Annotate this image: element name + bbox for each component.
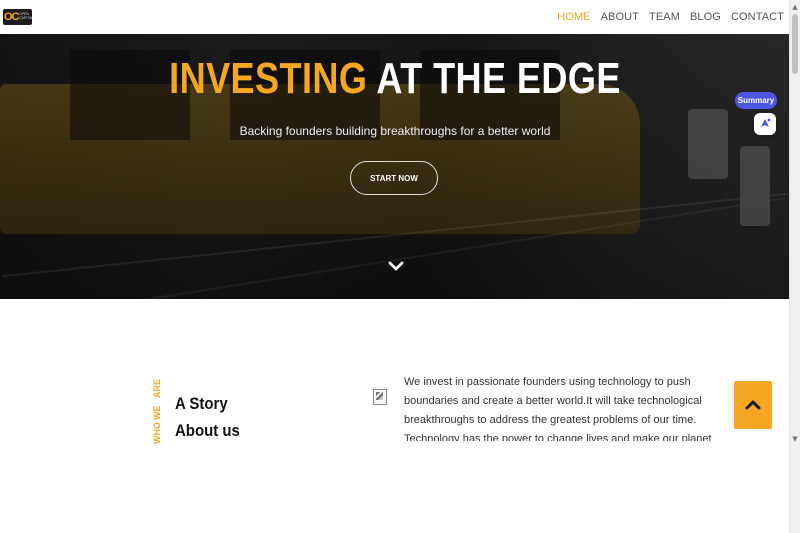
logo-text: OPEN CAPITAL bbox=[19, 12, 32, 20]
vertical-word: WHO bbox=[152, 422, 162, 444]
about-heading: A Story About us bbox=[175, 390, 281, 444]
hero-title: INVESTING AT THE EDGE bbox=[71, 54, 719, 104]
start-now-button[interactable]: START NOW bbox=[350, 161, 438, 195]
chevron-down-icon[interactable] bbox=[387, 257, 405, 275]
main-nav: HOME ABOUT TEAM BLOG CONTACT bbox=[557, 0, 784, 34]
about-heading-line1: A Story bbox=[175, 394, 228, 413]
nav-item-blog[interactable]: BLOG bbox=[690, 11, 721, 23]
nav-item-home[interactable]: HOME bbox=[557, 11, 590, 23]
scroll-down-arrow-icon[interactable]: ▼ bbox=[790, 434, 800, 444]
scrollbar-thumb[interactable] bbox=[792, 14, 798, 74]
page-scrollbar[interactable]: ▲ ▼ bbox=[789, 0, 800, 533]
top-navbar: OC OPEN CAPITAL HOME ABOUT TEAM BLOG CON… bbox=[0, 0, 790, 35]
hero-background-bollard bbox=[688, 109, 728, 179]
chevron-up-icon bbox=[745, 400, 761, 410]
who-we-are-vertical-label: WHO WE ARE bbox=[146, 378, 166, 448]
hero-title-accent: INVESTING bbox=[169, 54, 368, 103]
assistant-icon[interactable] bbox=[754, 113, 776, 135]
logo-mark: OC bbox=[4, 11, 19, 23]
vertical-word: WE bbox=[152, 405, 162, 421]
hero-background-bollard bbox=[740, 146, 770, 226]
about-heading-line2: About us bbox=[175, 421, 240, 440]
about-body-text: We invest in passionate founders using t… bbox=[404, 376, 712, 441]
nav-item-about[interactable]: ABOUT bbox=[601, 11, 639, 23]
hero-background-tram bbox=[0, 50, 640, 234]
nav-item-team[interactable]: TEAM bbox=[649, 11, 680, 23]
scroll-up-arrow-icon[interactable]: ▲ bbox=[790, 2, 800, 12]
hero-section: INVESTING AT THE EDGE Backing founders b… bbox=[0, 34, 790, 299]
site-logo[interactable]: OC OPEN CAPITAL bbox=[3, 9, 32, 25]
vertical-word: ARE bbox=[152, 378, 162, 398]
summary-button[interactable]: Summary bbox=[735, 92, 777, 109]
nav-item-contact[interactable]: CONTACT bbox=[731, 11, 784, 23]
back-to-top-button[interactable] bbox=[734, 381, 772, 429]
hero-subtitle: Backing founders building breakthroughs … bbox=[239, 124, 551, 138]
broken-image-icon bbox=[373, 389, 387, 405]
hero-title-rest: AT THE EDGE bbox=[376, 54, 621, 103]
